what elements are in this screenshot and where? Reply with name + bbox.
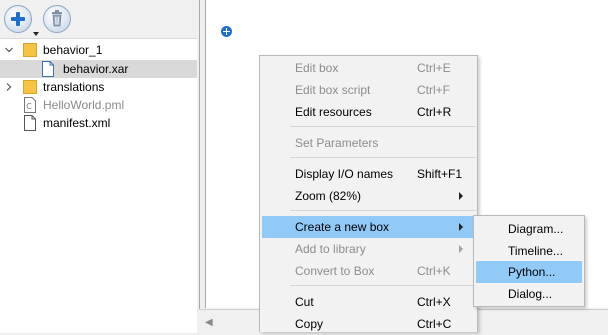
menu-item-label: Zoom (82%)	[295, 189, 361, 203]
menu-item-edit-box-script[interactable]: Edit box script Ctrl+F	[262, 79, 475, 101]
tree-item-behavior-1[interactable]: behavior_1	[0, 41, 197, 59]
tree-item-helloworld-pml[interactable]: C HelloWorld.pml	[0, 96, 197, 114]
menu-separator	[290, 157, 476, 158]
menu-item-label: Create a new box	[295, 220, 389, 234]
menu-item-label: Copy	[295, 317, 323, 331]
menu-item-set-parameters[interactable]: Set Parameters	[262, 132, 475, 154]
tree-item-behavior-xar[interactable]: behavior.xar	[0, 60, 197, 78]
menu-item-cut[interactable]: Cut Ctrl+X	[262, 291, 475, 313]
menu-item-label: Display I/O names	[295, 167, 393, 181]
delete-button[interactable]	[43, 5, 71, 33]
add-button[interactable]	[4, 5, 32, 33]
menu-item-zoom[interactable]: Zoom (82%)	[262, 185, 475, 207]
project-toolbar	[0, 0, 197, 38]
trash-icon	[43, 5, 71, 33]
menu-item-shortcut: Ctrl+R	[417, 105, 451, 119]
submenu-item-python[interactable]: Python...	[476, 261, 582, 283]
submenu-item-label: Diagram...	[508, 222, 563, 236]
project-panel: behavior_1 behavior.xar translations C	[0, 0, 197, 332]
panel-splitter[interactable]	[199, 0, 200, 332]
menu-item-edit-resources[interactable]: Edit resources Ctrl+R	[262, 101, 475, 123]
menu-separator	[290, 285, 476, 286]
tree-item-label: behavior.xar	[63, 62, 128, 76]
submenu-item-dialog[interactable]: Dialog...	[476, 283, 582, 305]
menu-item-label: Edit resources	[295, 105, 372, 119]
menu-item-edit-box[interactable]: Edit box Ctrl+E	[262, 57, 475, 79]
file-icon	[23, 115, 37, 131]
chevron-down-icon[interactable]	[4, 45, 14, 55]
menu-item-shortcut: Ctrl+K	[417, 264, 451, 278]
menu-item-label: Edit box	[295, 61, 338, 75]
diagram-input-add-icon[interactable]	[221, 26, 232, 37]
menu-separator	[290, 210, 476, 211]
submenu-item-diagram[interactable]: Diagram...	[476, 218, 582, 240]
menu-item-convert-to-box[interactable]: Convert to Box Ctrl+K	[262, 260, 475, 282]
menu-item-label: Add to library	[295, 242, 366, 256]
submenu-item-label: Dialog...	[508, 287, 552, 301]
submenu-arrow-icon	[459, 245, 463, 253]
tree-item-label: HelloWorld.pml	[43, 98, 124, 112]
tree-item-label: translations	[43, 80, 104, 94]
menu-item-display-io-names[interactable]: Display I/O names Shift+F1	[262, 163, 475, 185]
submenu-item-label: Python...	[508, 265, 555, 279]
folder-icon	[23, 42, 37, 58]
menu-item-shortcut: Ctrl+E	[417, 61, 451, 75]
submenu-arrow-icon	[459, 223, 463, 231]
dropdown-caret-icon	[33, 32, 39, 36]
chevron-right-icon[interactable]	[4, 82, 14, 92]
menu-item-label: Edit box script	[295, 83, 370, 97]
tree-item-label: manifest.xml	[43, 116, 110, 130]
tree-item-manifest-xml[interactable]: manifest.xml	[0, 114, 197, 132]
submenu-arrow-icon	[459, 192, 463, 200]
menu-item-label: Convert to Box	[295, 264, 374, 278]
menu-item-shortcut: Ctrl+F	[417, 83, 450, 97]
menu-item-label: Set Parameters	[295, 136, 378, 150]
svg-text:C: C	[26, 102, 32, 111]
submenu-item-timeline[interactable]: Timeline...	[476, 240, 582, 262]
menu-item-create-new-box[interactable]: Create a new box	[262, 216, 475, 238]
menu-item-label: Cut	[295, 295, 314, 309]
create-box-submenu: Diagram... Timeline... Python... Dialog.…	[473, 215, 585, 307]
tree-item-label: behavior_1	[43, 43, 102, 57]
tree-item-translations[interactable]: translations	[0, 78, 197, 96]
context-menu: Edit box Ctrl+E Edit box script Ctrl+F E…	[259, 55, 478, 332]
menu-item-shortcut: Ctrl+C	[417, 317, 451, 331]
choregraphe-file-icon: C	[23, 97, 37, 113]
menu-separator	[290, 126, 476, 127]
plus-icon	[10, 11, 26, 27]
submenu-item-label: Timeline...	[508, 244, 563, 258]
menu-item-add-to-library[interactable]: Add to library	[262, 238, 475, 260]
folder-icon	[23, 79, 37, 95]
scroll-left-icon[interactable]: ◀	[205, 317, 213, 328]
file-icon	[41, 61, 55, 77]
menu-item-shortcut: Ctrl+X	[417, 295, 451, 309]
menu-item-shortcut: Shift+F1	[417, 167, 462, 181]
project-tree: behavior_1 behavior.xar translations C	[0, 38, 197, 333]
